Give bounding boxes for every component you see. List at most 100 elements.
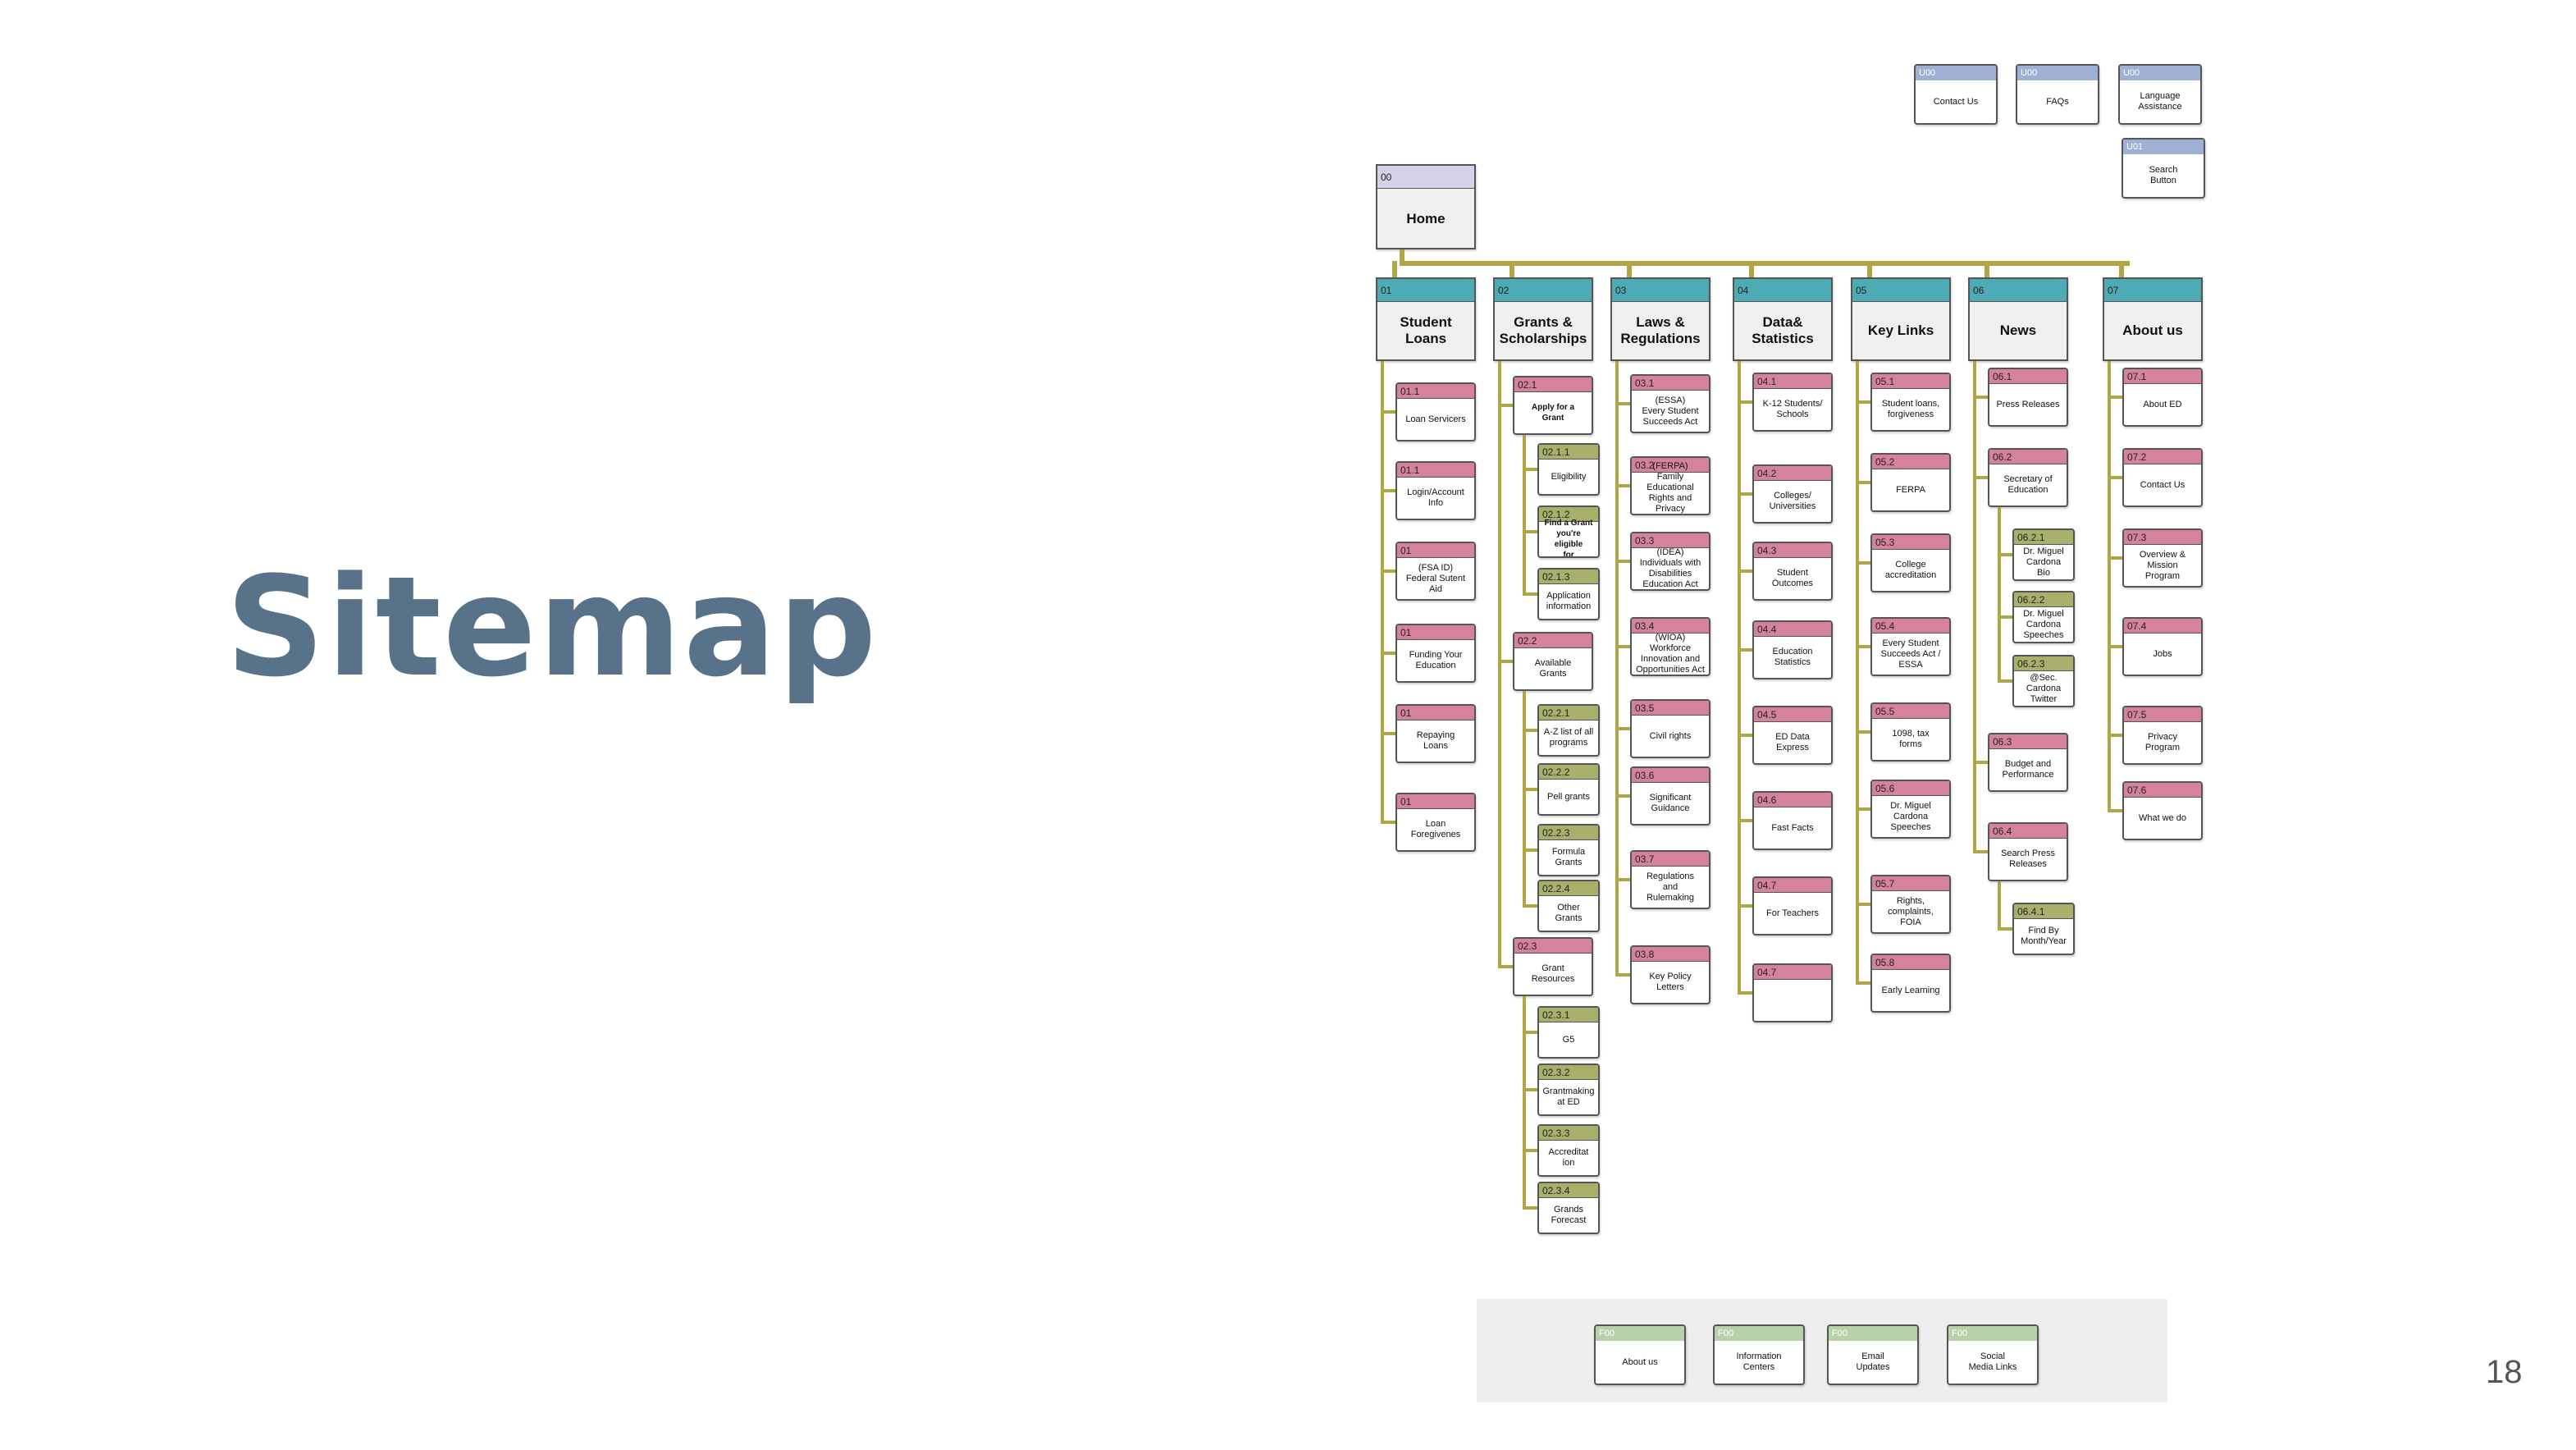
detail-page-node[interactable]: 02.2.3 Formula Grants <box>1537 824 1600 876</box>
detail-page-node[interactable]: 02.2.2 Pell grants <box>1537 763 1600 816</box>
section-node[interactable]: 07 About us <box>2103 277 2203 361</box>
detail-page-node[interactable]: 02.3.1 G5 <box>1537 1006 1600 1059</box>
subpage-node[interactable]: 04.3 Student Outcomes <box>1752 542 1833 601</box>
section-node[interactable]: 02 Grants & Scholarships <box>1493 277 1593 361</box>
subpage-node[interactable]: 03.7 Regulations and Rulemaking <box>1630 850 1710 909</box>
subpage-node[interactable]: 04.1 K-12 Students/ Schools <box>1752 373 1833 432</box>
detail-page-node[interactable]: 02.3.3 Accreditat ion <box>1537 1124 1600 1177</box>
subpage-node[interactable]: 03.1 (ESSA) Every Student Succeeds Act <box>1630 374 1710 433</box>
detail-page-node-label: Grands Forecast <box>1551 1205 1587 1225</box>
subpage-node[interactable]: 04.7 For Teachers <box>1752 876 1833 935</box>
detail-page-node[interactable]: 06.4.1 Find By Month/Year <box>2012 903 2075 955</box>
subpage-node[interactable]: 03.2(FERPA) Family Educational Rights an… <box>1630 456 1710 515</box>
subpage-node[interactable]: 05.5 1098, tax forms <box>1870 702 1951 762</box>
subpage-node[interactable]: 01.1 Login/Account Info <box>1395 461 1476 520</box>
subpage-node-label: (FERPA) Family Educational Rights and Pr… <box>1647 461 1694 514</box>
subpage-node[interactable]: 01 (FSA ID) Federal Sutent Aid <box>1395 542 1476 601</box>
subpage-node[interactable]: 05.7 Rights, complaints, FOIA <box>1870 875 1951 934</box>
utility-nav-item[interactable]: U01 Search Button <box>2122 138 2205 199</box>
subpage-node-code: 06.1 <box>1989 369 2067 384</box>
subpage-node-label: Student Outcomes <box>1771 568 1814 588</box>
detail-page-node-code: 02.2.3 <box>1539 826 1598 840</box>
subpage-node[interactable]: 05.2 FERPA <box>1870 453 1951 512</box>
detail-page-node[interactable]: 06.2.1 Dr. Miguel Cardona Bio <box>2012 528 2075 581</box>
subpage-node[interactable]: 03.3 (IDEA) Individuals with Disabilities… <box>1630 532 1710 591</box>
detail-page-node[interactable]: 06.2.3 @Sec. Cardona Twitter <box>2012 655 2075 707</box>
subpage-node[interactable]: 01 Loan Foregivenes <box>1395 793 1476 852</box>
section-node[interactable]: 03 Laws & Regulations <box>1610 277 1710 361</box>
detail-page-node[interactable]: 02.1.3 Application information <box>1537 568 1600 620</box>
subpage-node-code: 07.4 <box>2124 619 2201 634</box>
connector-line <box>1523 996 1526 1210</box>
footer-nav-item-label: Social Media Links <box>1968 1352 2017 1372</box>
utility-nav-item[interactable]: U00 Contact Us <box>1914 64 1998 125</box>
sitemap-diagram: U00 Contact Us U00 FAQs U00 Language Assistan… <box>0 0 2576 1450</box>
subpage-node-label: Loan Foregivenes <box>1410 819 1461 839</box>
subpage-node[interactable]: 06.1 Press Releases <box>1988 368 2068 427</box>
subpage-node[interactable]: 02.3 Grant Resources <box>1513 937 1593 996</box>
section-node[interactable]: 01 Student Loans <box>1376 277 1476 361</box>
utility-nav-item-label: FAQs <box>2046 96 2069 107</box>
section-node-code: 06 <box>1970 279 2067 302</box>
subpage-node[interactable]: 04.5 ED Data Express <box>1752 706 1833 765</box>
subpage-node[interactable]: 06.2 Secretary of Education <box>1988 448 2068 507</box>
subpage-node-label: Regulations and Rulemaking <box>1646 871 1695 903</box>
subpage-node[interactable]: 07.1 About ED <box>2122 368 2203 427</box>
detail-page-node[interactable]: 02.2.4 Other Grants <box>1537 880 1600 932</box>
utility-nav-item[interactable]: U00 FAQs <box>2016 64 2099 125</box>
subpage-node[interactable]: 05.1 Student loans, forgiveness <box>1870 373 1951 432</box>
section-node[interactable]: 06 News <box>1968 277 2068 361</box>
subpage-node[interactable]: 07.3 Overview & Mission Program <box>2122 528 2203 588</box>
subpage-node[interactable]: 03.5 Civil rights <box>1630 699 1710 758</box>
footer-nav-item[interactable]: F00 About us <box>1594 1324 1686 1385</box>
utility-nav-item[interactable]: U00 Language Assistance <box>2118 64 2202 125</box>
subpage-node[interactable]: 05.4 Every Student Succeeds Act / ESSA <box>1870 617 1951 676</box>
subpage-node[interactable]: 01 Repaying Loans <box>1395 704 1476 763</box>
subpage-node-label: College accreditation <box>1884 560 1937 580</box>
subpage-node[interactable]: 04.2 Colleges/ Universities <box>1752 464 1833 524</box>
connector-line <box>1867 261 1872 279</box>
subpage-node[interactable]: 03.8 Key Policy Letters <box>1630 945 1710 1004</box>
subpage-node[interactable]: 05.6 Dr. Miguel Cardona Speeches <box>1870 780 1951 839</box>
section-node-label: News <box>1999 322 2037 338</box>
subpage-node[interactable]: 01 Funding Your Education <box>1395 624 1476 683</box>
subpage-node[interactable]: 05.8 Early Learning <box>1870 954 1951 1013</box>
subpage-node[interactable]: 01.1 Loan Servicers <box>1395 382 1476 441</box>
subpage-node-code: 04.1 <box>1754 374 1831 389</box>
subpage-node[interactable]: 07.4 Jobs <box>2122 617 2203 676</box>
subpage-node-code: 04.5 <box>1754 707 1831 722</box>
detail-page-node[interactable]: 02.3.4 Grands Forecast <box>1537 1182 1600 1234</box>
subpage-node[interactable]: 05.3 College accreditation <box>1870 533 1951 592</box>
subpage-node[interactable]: 07.2 Contact Us <box>2122 448 2203 507</box>
section-node[interactable]: 04 Data& Statistics <box>1733 277 1833 361</box>
subpage-node-label: Civil rights <box>1649 730 1692 741</box>
footer-nav-item[interactable]: F00 Email Updates <box>1827 1324 1919 1385</box>
detail-page-node[interactable]: 02.1.1 Eligibility <box>1537 443 1600 496</box>
subpage-node[interactable]: 07.5 Privacy Program <box>2122 706 2203 765</box>
section-node-label: Data& Statistics <box>1752 314 1814 346</box>
subpage-node-code: 05.4 <box>1872 619 1949 634</box>
subpage-node[interactable]: 04.7 <box>1752 963 1833 1022</box>
section-node[interactable]: 05 Key Links <box>1851 277 1951 361</box>
footer-nav-item[interactable]: F00 Information Centers <box>1713 1324 1805 1385</box>
subpage-node-code: 07.3 <box>2124 530 2201 545</box>
section-node-label: About us <box>2122 322 2183 338</box>
detail-page-node[interactable]: 02.1.2 Find a Grant you're eligible for <box>1537 505 1600 558</box>
subpage-node[interactable]: 03.6 Significant Guidance <box>1630 766 1710 826</box>
subpage-node[interactable]: 07.6 What we do <box>2122 781 2203 840</box>
subpage-node[interactable]: 04.4 Education Statistics <box>1752 620 1833 679</box>
detail-page-node[interactable]: 06.2.2 Dr. Miguel Cardona Speeches <box>2012 591 2075 643</box>
subpage-node[interactable]: 02.1 Apply for a Grant <box>1513 376 1593 435</box>
subpage-node[interactable]: 02.2 Available Grants <box>1513 632 1593 691</box>
subpage-node[interactable]: 04.6 Fast Facts <box>1752 791 1833 850</box>
subpage-node[interactable]: 06.3 Budget and Performance <box>1988 733 2068 792</box>
detail-page-node[interactable]: 02.3.2 Grantmaking at ED <box>1537 1063 1600 1116</box>
detail-page-node-code: 06.2.2 <box>2014 592 2073 607</box>
home-node[interactable]: 00 Home <box>1376 164 1476 249</box>
section-node-code: 04 <box>1734 279 1831 302</box>
detail-page-node[interactable]: 02.2.1 A-Z list of all programs <box>1537 704 1600 757</box>
subpage-node-code: 05.3 <box>1872 535 1949 550</box>
footer-nav-item[interactable]: F00 Social Media Links <box>1947 1324 2039 1385</box>
subpage-node[interactable]: 06.4 Search Press Releases <box>1988 822 2068 881</box>
subpage-node[interactable]: 03.4 (WIOA) Workforce Innovation and Oppo… <box>1630 617 1710 676</box>
